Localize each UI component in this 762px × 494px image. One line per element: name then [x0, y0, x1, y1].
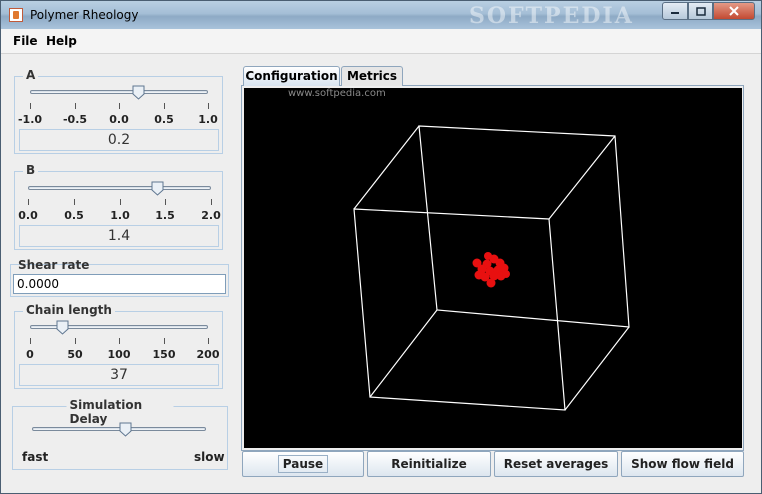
- minimize-icon: [671, 12, 679, 14]
- title-bar[interactable]: Polymer Rheology SOFTPEDIA: [1, 1, 761, 29]
- maximize-button[interactable]: [688, 2, 713, 20]
- tick-label: -1.0: [17, 113, 43, 126]
- tick-label: 1.0: [198, 113, 218, 126]
- tick-label: 50: [67, 348, 83, 361]
- menu-file[interactable]: File: [13, 34, 38, 48]
- polymer-chain: [472, 252, 510, 288]
- tick-label: 0.5: [154, 113, 174, 126]
- param-a-label: A: [23, 68, 39, 82]
- param-b-track: [28, 186, 211, 190]
- tick-label: 1.0: [110, 209, 130, 222]
- softpedia-watermark: SOFTPEDIA: [469, 3, 634, 29]
- simulation-delay-slider[interactable]: [119, 422, 132, 437]
- app-window: Polymer Rheology SOFTPEDIA File Help A -…: [0, 0, 762, 494]
- minimize-button[interactable]: [662, 2, 688, 20]
- tick-label: 2.0: [201, 209, 221, 222]
- java-app-icon: [9, 8, 23, 22]
- close-icon: [729, 6, 739, 16]
- tab-metrics[interactable]: Metrics: [341, 66, 403, 86]
- tab-configuration[interactable]: Configuration: [243, 66, 340, 86]
- tick-label: 0.0: [18, 209, 38, 222]
- tick-label: -0.5: [62, 113, 88, 126]
- chain-length-label: Chain length: [23, 303, 115, 317]
- chain-length-value: 37: [19, 364, 219, 386]
- window-title: Polymer Rheology: [30, 8, 139, 22]
- param-a-value: 0.2: [19, 129, 219, 151]
- delay-fast-label: fast: [22, 450, 49, 464]
- delay-slow-label: slow: [194, 450, 225, 464]
- shear-rate-input[interactable]: 0.0000: [13, 274, 226, 294]
- param-a-track: [30, 90, 208, 94]
- tick-label: 200: [196, 348, 220, 361]
- tick-label: 0.0: [109, 113, 129, 126]
- tick-label: 1.5: [155, 209, 175, 222]
- shear-rate-label: Shear rate: [18, 258, 90, 272]
- param-b-label: B: [23, 163, 39, 177]
- reinitialize-button[interactable]: Reinitialize: [367, 451, 491, 477]
- param-b-slider[interactable]: [151, 181, 164, 196]
- tick-label: 150: [152, 348, 176, 361]
- param-a-slider[interactable]: [132, 85, 145, 100]
- pause-button[interactable]: Pause: [242, 451, 364, 477]
- maximize-icon: [695, 6, 706, 16]
- window-controls: [662, 2, 755, 20]
- tick-label: 0.5: [64, 209, 84, 222]
- pause-button-label: Pause: [277, 455, 329, 473]
- menu-help[interactable]: Help: [46, 34, 77, 48]
- show-flow-field-button[interactable]: Show flow field: [621, 451, 744, 477]
- simulation-canvas[interactable]: www.softpedia.com: [244, 88, 742, 448]
- tick-label: 100: [107, 348, 131, 361]
- reset-averages-button[interactable]: Reset averages: [494, 451, 618, 477]
- close-button[interactable]: [713, 2, 755, 20]
- param-b-value: 1.4: [19, 225, 219, 247]
- tick-label: 0: [26, 348, 34, 361]
- menu-bar: File Help: [1, 29, 761, 54]
- chain-length-slider[interactable]: [56, 320, 69, 335]
- cube-render: [353, 125, 630, 411]
